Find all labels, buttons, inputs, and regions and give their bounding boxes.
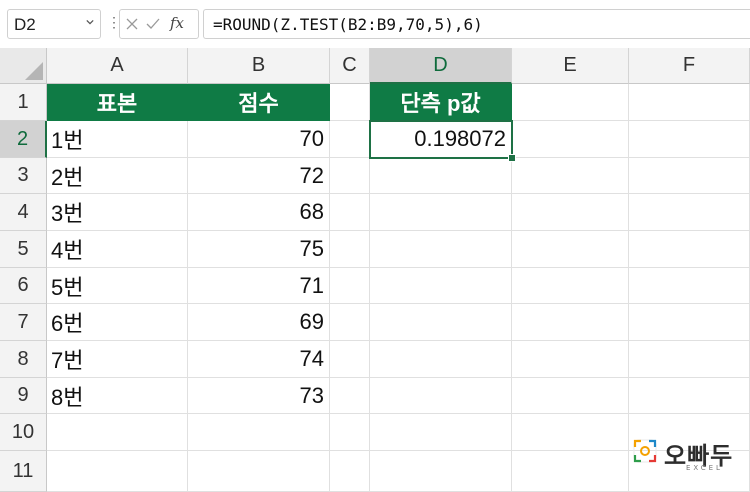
cell-d6[interactable] bbox=[370, 268, 512, 304]
cell-f3[interactable] bbox=[629, 158, 750, 194]
cell-f7[interactable] bbox=[629, 304, 750, 341]
cell-d2[interactable]: 0.198072 bbox=[370, 121, 512, 158]
column-header-b[interactable]: B bbox=[188, 48, 330, 84]
cell-e4[interactable] bbox=[512, 194, 629, 231]
row-header-1[interactable]: 1 bbox=[0, 84, 47, 121]
logo-subtext: EXCEL bbox=[686, 464, 723, 472]
cell-b3[interactable]: 72 bbox=[188, 158, 330, 194]
cell-b8[interactable]: 74 bbox=[188, 341, 330, 378]
column-header-d[interactable]: D bbox=[370, 48, 512, 84]
cell-c1[interactable] bbox=[330, 84, 370, 121]
cell-a11[interactable] bbox=[47, 451, 188, 492]
cell-c7[interactable] bbox=[330, 304, 370, 341]
cell-e10[interactable] bbox=[512, 414, 629, 451]
cell-d3[interactable] bbox=[370, 158, 512, 194]
cell-c3[interactable] bbox=[330, 158, 370, 194]
select-all-triangle-icon bbox=[25, 62, 43, 80]
cell-e6[interactable] bbox=[512, 268, 629, 304]
cell-b10[interactable] bbox=[188, 414, 330, 451]
cell-c6[interactable] bbox=[330, 268, 370, 304]
row-header-5[interactable]: 5 bbox=[0, 231, 47, 268]
enter-icon[interactable] bbox=[146, 18, 160, 30]
cell-b6[interactable]: 71 bbox=[188, 268, 330, 304]
logo-icon bbox=[633, 439, 657, 463]
fill-handle[interactable] bbox=[508, 154, 516, 162]
cell-e8[interactable] bbox=[512, 341, 629, 378]
cell-d10[interactable] bbox=[370, 414, 512, 451]
cell-f6[interactable] bbox=[629, 268, 750, 304]
cell-c2[interactable] bbox=[330, 121, 370, 158]
spreadsheet-grid: A B C D E F 1 2 3 4 5 6 7 8 9 10 11 표본 1번… bbox=[0, 48, 750, 492]
cell-e3[interactable] bbox=[512, 158, 629, 194]
row-header-11[interactable]: 11 bbox=[0, 451, 47, 492]
cell-d7[interactable] bbox=[370, 304, 512, 341]
formula-bar: D2 ⋮ fx =ROUND(Z.TEST(B2:B9,70,5),6) bbox=[0, 0, 750, 48]
cell-a7[interactable]: 6번 bbox=[47, 304, 188, 341]
cell-a4[interactable]: 3번 bbox=[47, 194, 188, 231]
cell-b7[interactable]: 69 bbox=[188, 304, 330, 341]
cell-d11[interactable] bbox=[370, 451, 512, 492]
cell-d1[interactable]: 단측 p값 bbox=[370, 84, 512, 121]
cell-f1[interactable] bbox=[629, 84, 750, 121]
row-header-8[interactable]: 8 bbox=[0, 341, 47, 378]
cell-a10[interactable] bbox=[47, 414, 188, 451]
cell-c5[interactable] bbox=[330, 231, 370, 268]
cell-a9[interactable]: 8번 bbox=[47, 378, 188, 414]
cell-f2[interactable] bbox=[629, 121, 750, 158]
cell-d4[interactable] bbox=[370, 194, 512, 231]
cell-b9[interactable]: 73 bbox=[188, 378, 330, 414]
cell-a3[interactable]: 2번 bbox=[47, 158, 188, 194]
row-header-7[interactable]: 7 bbox=[0, 304, 47, 341]
cell-e5[interactable] bbox=[512, 231, 629, 268]
cell-f8[interactable] bbox=[629, 341, 750, 378]
cell-d8[interactable] bbox=[370, 341, 512, 378]
cell-b2[interactable]: 70 bbox=[188, 121, 330, 158]
cell-c10[interactable] bbox=[330, 414, 370, 451]
cell-e1[interactable] bbox=[512, 84, 629, 121]
cell-f5[interactable] bbox=[629, 231, 750, 268]
select-all-button[interactable] bbox=[0, 48, 47, 84]
cell-f4[interactable] bbox=[629, 194, 750, 231]
cell-e9[interactable] bbox=[512, 378, 629, 414]
cell-e7[interactable] bbox=[512, 304, 629, 341]
column-header-f[interactable]: F bbox=[629, 48, 750, 84]
insert-function-button[interactable]: fx bbox=[170, 14, 184, 32]
cell-d5[interactable] bbox=[370, 231, 512, 268]
row-header-3[interactable]: 3 bbox=[0, 158, 47, 194]
cell-b5[interactable]: 75 bbox=[188, 231, 330, 268]
cell-f9[interactable] bbox=[629, 378, 750, 414]
cell-b4[interactable]: 68 bbox=[188, 194, 330, 231]
cell-a6[interactable]: 5번 bbox=[47, 268, 188, 304]
column-header-a[interactable]: A bbox=[47, 48, 188, 84]
cell-c8[interactable] bbox=[330, 341, 370, 378]
cell-d9[interactable] bbox=[370, 378, 512, 414]
row-header-6[interactable]: 6 bbox=[0, 268, 47, 304]
cancel-icon[interactable] bbox=[126, 18, 138, 30]
cell-a8[interactable]: 7번 bbox=[47, 341, 188, 378]
cell-e11[interactable] bbox=[512, 451, 629, 492]
row-header-4[interactable]: 4 bbox=[0, 194, 47, 231]
cell-c4[interactable] bbox=[330, 194, 370, 231]
formula-buttons: fx bbox=[119, 9, 199, 39]
cell-a1[interactable]: 표본 bbox=[47, 84, 188, 121]
column-header-e[interactable]: E bbox=[512, 48, 629, 84]
formula-text: =ROUND(Z.TEST(B2:B9,70,5),6) bbox=[213, 15, 483, 34]
cell-b1[interactable]: 점수 bbox=[188, 84, 330, 121]
row-header-10[interactable]: 10 bbox=[0, 414, 47, 451]
name-box-value: D2 bbox=[14, 15, 36, 34]
name-box[interactable]: D2 bbox=[7, 9, 101, 39]
cell-c9[interactable] bbox=[330, 378, 370, 414]
row-header-9[interactable]: 9 bbox=[0, 378, 47, 414]
chevron-down-icon[interactable] bbox=[86, 18, 94, 26]
cell-e2[interactable] bbox=[512, 121, 629, 158]
column-header-c[interactable]: C bbox=[330, 48, 370, 84]
formula-input[interactable]: =ROUND(Z.TEST(B2:B9,70,5),6) bbox=[203, 9, 750, 39]
logo: 오빠두 EXCEL bbox=[632, 436, 737, 476]
cell-a5[interactable]: 4번 bbox=[47, 231, 188, 268]
cell-c11[interactable] bbox=[330, 451, 370, 492]
row-header-2[interactable]: 2 bbox=[0, 121, 47, 158]
cell-a2[interactable]: 1번 bbox=[47, 121, 188, 158]
cell-b11[interactable] bbox=[188, 451, 330, 492]
